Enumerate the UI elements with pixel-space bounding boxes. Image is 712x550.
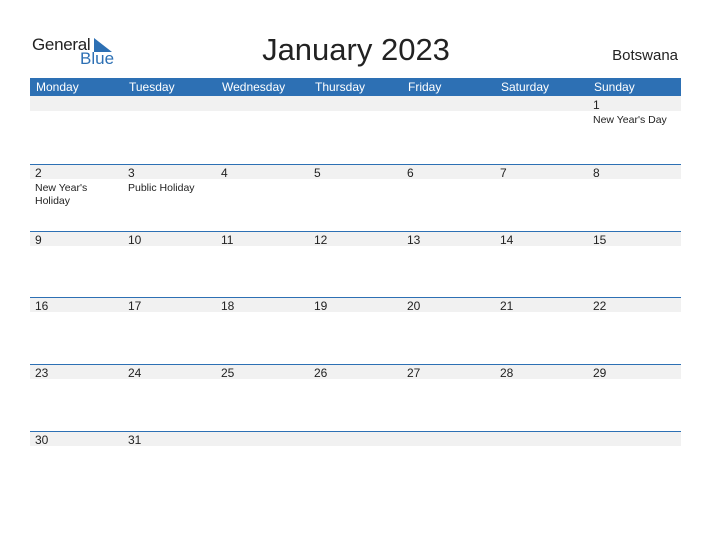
day-cell: [123, 96, 216, 163]
weekday-header: Monday Tuesday Wednesday Thursday Friday…: [30, 78, 681, 96]
day-cell: 10: [123, 231, 216, 298]
day-cell: [588, 431, 681, 498]
day-cell: 29: [588, 364, 681, 431]
day-number: 1: [593, 98, 600, 112]
day-number: 4: [221, 166, 228, 180]
day-number: 19: [314, 299, 328, 313]
weekday-wednesday: Wednesday: [222, 80, 286, 94]
day-cell: 6: [402, 164, 495, 231]
day-cell: 27: [402, 364, 495, 431]
day-number: 26: [314, 366, 328, 380]
day-cell: 30: [30, 431, 123, 498]
week-row: 16 17 18 19 20 21 22: [30, 297, 681, 364]
day-number: 11: [221, 233, 234, 247]
weekday-saturday: Saturday: [501, 80, 550, 94]
day-number: 17: [128, 299, 142, 313]
day-cell: 22: [588, 297, 681, 364]
holiday-label: New Year's Holiday: [35, 182, 88, 207]
day-number: 27: [407, 366, 421, 380]
day-cell: [495, 96, 588, 163]
day-number: 6: [407, 166, 414, 180]
holiday-label: Public Holiday: [128, 182, 195, 194]
day-cell: 17: [123, 297, 216, 364]
day-number: 2: [35, 166, 42, 180]
day-cell: 5: [309, 164, 402, 231]
day-number: 13: [407, 233, 421, 247]
weekday-monday: Monday: [36, 80, 79, 94]
day-cell: 18: [216, 297, 309, 364]
week-row: 9 10 11 12 13 14 15: [30, 231, 681, 298]
day-cell: [30, 96, 123, 163]
day-cell: 31: [123, 431, 216, 498]
day-cell: [309, 431, 402, 498]
day-number: 31: [128, 433, 142, 447]
day-cell: 13: [402, 231, 495, 298]
day-cell: 8: [588, 164, 681, 231]
week-row: 2 New Year's Holiday 3 Public Holiday 4 5 6 7 8: [30, 164, 681, 231]
week-row: 1 New Year's Day: [30, 96, 681, 163]
day-cell: [495, 431, 588, 498]
week-row: 23 24 25 26 27 28 29: [30, 364, 681, 431]
day-number: 16: [35, 299, 49, 313]
day-cell: 23: [30, 364, 123, 431]
day-cell: 12: [309, 231, 402, 298]
day-number: 25: [221, 366, 235, 380]
day-number: 30: [35, 433, 49, 447]
day-number: 21: [500, 299, 514, 313]
day-cell: 14: [495, 231, 588, 298]
country-label: Botswana: [612, 47, 678, 64]
day-cell: 20: [402, 297, 495, 364]
day-cell: 21: [495, 297, 588, 364]
day-cell: [402, 96, 495, 163]
day-number: 7: [500, 166, 507, 180]
day-number: 3: [128, 166, 135, 180]
day-cell: 26: [309, 364, 402, 431]
day-number: 29: [593, 366, 607, 380]
day-number: 18: [221, 299, 235, 313]
holiday-label: New Year's Day: [593, 114, 667, 126]
weekday-sunday: Sunday: [594, 80, 635, 94]
day-number: 10: [128, 233, 142, 247]
day-cell: 28: [495, 364, 588, 431]
day-number: 20: [407, 299, 421, 313]
week-row: 30 31: [30, 431, 681, 498]
day-cell: 24: [123, 364, 216, 431]
day-cell: 25: [216, 364, 309, 431]
weekday-tuesday: Tuesday: [129, 80, 175, 94]
day-number: 22: [593, 299, 607, 313]
day-cell: 15: [588, 231, 681, 298]
day-cell: [216, 431, 309, 498]
day-cell: 3 Public Holiday: [123, 164, 216, 231]
weekday-friday: Friday: [408, 80, 442, 94]
day-number: 23: [35, 366, 49, 380]
day-cell: [309, 96, 402, 163]
day-number: 14: [500, 233, 514, 247]
day-cell: 19: [309, 297, 402, 364]
day-cell: 7: [495, 164, 588, 231]
day-cell: [402, 431, 495, 498]
day-cell: 4: [216, 164, 309, 231]
day-number: 15: [593, 233, 607, 247]
day-cell: 2 New Year's Holiday: [30, 164, 123, 231]
day-number: 12: [314, 233, 328, 247]
day-number: 5: [314, 166, 321, 180]
day-cell: 9: [30, 231, 123, 298]
day-cell: [216, 96, 309, 163]
page-title: January 2023: [262, 32, 450, 67]
day-number: 8: [593, 166, 600, 180]
day-number: 28: [500, 366, 514, 380]
day-number: 24: [128, 366, 142, 380]
day-cell: 1 New Year's Day: [588, 96, 681, 163]
day-number: 9: [35, 233, 42, 247]
weekday-thursday: Thursday: [315, 80, 366, 94]
day-cell: 11: [216, 231, 309, 298]
day-cell: 16: [30, 297, 123, 364]
